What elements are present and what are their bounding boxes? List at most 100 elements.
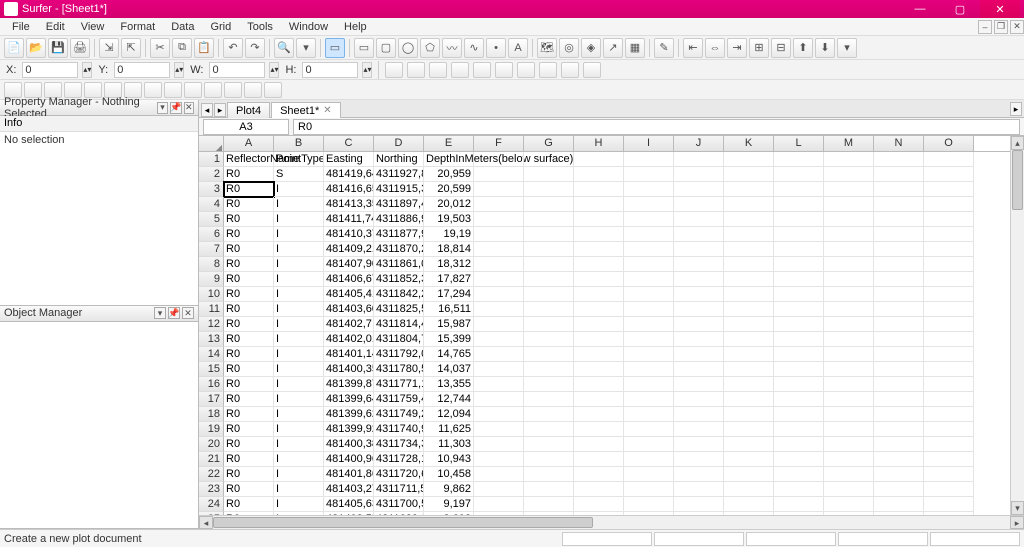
- cell[interactable]: [574, 377, 624, 392]
- column-header-K[interactable]: K: [724, 136, 774, 151]
- cell[interactable]: 481399,92: [324, 422, 374, 437]
- cell[interactable]: [674, 302, 724, 317]
- cell[interactable]: [824, 437, 874, 452]
- cell[interactable]: [574, 482, 624, 497]
- cell[interactable]: [824, 377, 874, 392]
- select-all-corner[interactable]: [199, 136, 224, 151]
- column-header-D[interactable]: D: [374, 136, 424, 151]
- cell[interactable]: I: [274, 182, 324, 197]
- cell[interactable]: [874, 242, 924, 257]
- front-button[interactable]: ⬆: [793, 38, 813, 58]
- cell[interactable]: [824, 497, 874, 512]
- cell[interactable]: [624, 167, 674, 182]
- row-header[interactable]: 1: [199, 152, 224, 167]
- cell[interactable]: R0: [224, 302, 274, 317]
- coord-h-spinner[interactable]: ▴▾: [362, 62, 372, 78]
- map-vector-button[interactable]: ↗: [603, 38, 623, 58]
- row-header[interactable]: 8: [199, 257, 224, 272]
- cell[interactable]: 481405,41: [324, 287, 374, 302]
- column-header-I[interactable]: I: [624, 136, 674, 151]
- coord-h-input[interactable]: 0: [302, 62, 358, 78]
- cell[interactable]: I: [274, 347, 324, 362]
- cell[interactable]: 4311689,3: [374, 512, 424, 515]
- cell[interactable]: I: [274, 437, 324, 452]
- cell[interactable]: R0: [224, 227, 274, 242]
- cell[interactable]: [624, 332, 674, 347]
- cell[interactable]: [724, 512, 774, 515]
- cell[interactable]: R0: [224, 467, 274, 482]
- cell[interactable]: [874, 287, 924, 302]
- cell[interactable]: [574, 212, 624, 227]
- cell[interactable]: [824, 347, 874, 362]
- cell[interactable]: [624, 437, 674, 452]
- cell[interactable]: 481401,86: [324, 467, 374, 482]
- cell[interactable]: 12,094: [424, 407, 474, 422]
- cell[interactable]: [674, 512, 724, 515]
- column-header-M[interactable]: M: [824, 136, 874, 151]
- cell[interactable]: R0: [224, 272, 274, 287]
- cell[interactable]: [824, 182, 874, 197]
- cell[interactable]: [874, 332, 924, 347]
- cell[interactable]: [824, 467, 874, 482]
- cell[interactable]: [774, 152, 824, 167]
- coord-tool-6[interactable]: [495, 62, 513, 78]
- cell[interactable]: [624, 392, 674, 407]
- select-tool[interactable]: ▭: [325, 38, 345, 58]
- cell[interactable]: 4311780,5: [374, 362, 424, 377]
- cell[interactable]: [874, 452, 924, 467]
- cell[interactable]: [874, 302, 924, 317]
- cell[interactable]: [574, 242, 624, 257]
- cell[interactable]: [574, 302, 624, 317]
- cell[interactable]: [724, 452, 774, 467]
- cell[interactable]: [774, 302, 824, 317]
- import-button[interactable]: ⇱: [121, 38, 141, 58]
- cell[interactable]: [474, 272, 524, 287]
- cell[interactable]: [674, 182, 724, 197]
- cell[interactable]: [874, 437, 924, 452]
- cell[interactable]: I: [274, 392, 324, 407]
- cell[interactable]: 481416,65: [324, 182, 374, 197]
- cell[interactable]: [724, 227, 774, 242]
- cell[interactable]: 4311877,9: [374, 227, 424, 242]
- row-header[interactable]: 9: [199, 272, 224, 287]
- cell[interactable]: [674, 437, 724, 452]
- menu-view[interactable]: View: [73, 19, 113, 35]
- cell[interactable]: 481405,63: [324, 497, 374, 512]
- cell[interactable]: [724, 482, 774, 497]
- row-header[interactable]: 25: [199, 512, 224, 515]
- cell[interactable]: [674, 212, 724, 227]
- cell[interactable]: 20,959: [424, 167, 474, 182]
- maximize-button[interactable]: ▢: [940, 0, 980, 18]
- new-plot-button[interactable]: 📄: [4, 38, 24, 58]
- row-header[interactable]: 14: [199, 347, 224, 362]
- cell[interactable]: [574, 467, 624, 482]
- pane-close-icon[interactable]: ✕: [184, 102, 194, 114]
- cell[interactable]: [924, 512, 974, 515]
- cell[interactable]: DepthInMeters(below surface): [424, 152, 474, 167]
- cell[interactable]: [524, 212, 574, 227]
- cell[interactable]: [774, 332, 824, 347]
- cell[interactable]: 4311870,2: [374, 242, 424, 257]
- cell[interactable]: 481400,35: [324, 362, 374, 377]
- cell[interactable]: [824, 287, 874, 302]
- cell[interactable]: [574, 347, 624, 362]
- name-box[interactable]: A3: [203, 119, 289, 135]
- row-header[interactable]: 16: [199, 377, 224, 392]
- cell[interactable]: 9,862: [424, 482, 474, 497]
- shape-ellipse-button[interactable]: ◯: [398, 38, 418, 58]
- cell[interactable]: [724, 362, 774, 377]
- cell[interactable]: PointType: [274, 152, 324, 167]
- cell[interactable]: [724, 257, 774, 272]
- cell[interactable]: [574, 422, 624, 437]
- cell[interactable]: [524, 437, 574, 452]
- cell[interactable]: 20,012: [424, 197, 474, 212]
- cell[interactable]: [924, 182, 974, 197]
- redo-button[interactable]: ↷: [245, 38, 265, 58]
- cell[interactable]: [524, 227, 574, 242]
- cell[interactable]: [524, 347, 574, 362]
- row-header[interactable]: 4: [199, 197, 224, 212]
- cell[interactable]: [524, 512, 574, 515]
- coord-tool-8[interactable]: [539, 62, 557, 78]
- pane-pin-icon[interactable]: 📌: [170, 102, 182, 114]
- cell[interactable]: [924, 332, 974, 347]
